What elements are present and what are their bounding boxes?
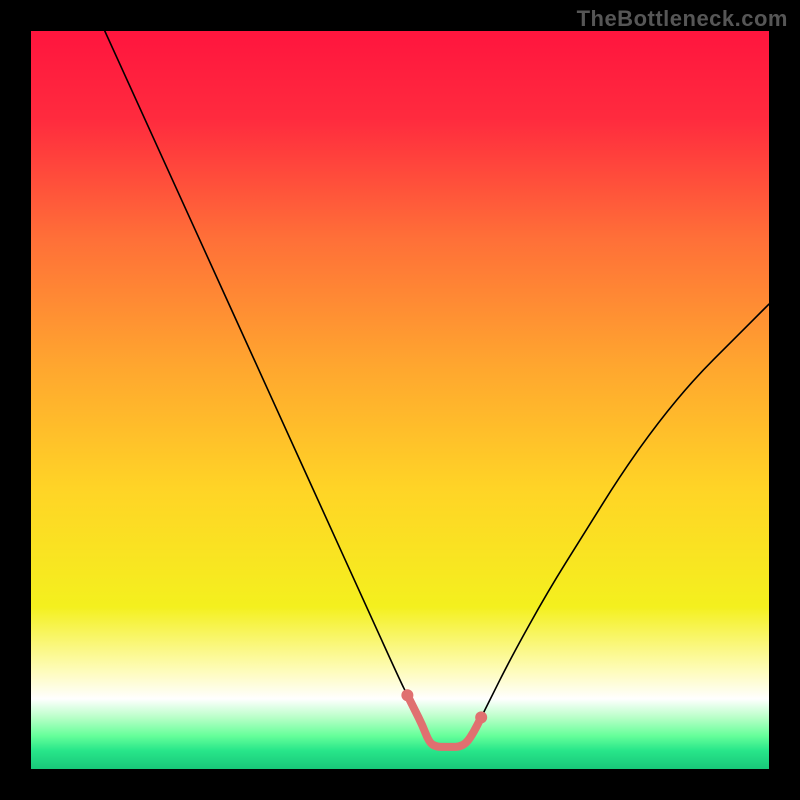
curve-layer xyxy=(31,31,769,769)
plot-area xyxy=(31,31,769,769)
bottleneck-curve xyxy=(105,31,769,747)
highlight-dot xyxy=(475,711,487,723)
chart-container: TheBottleneck.com xyxy=(0,0,800,800)
highlight-dot xyxy=(401,689,413,701)
curve-bottom-highlight xyxy=(407,695,481,747)
watermark-text: TheBottleneck.com xyxy=(577,6,788,32)
